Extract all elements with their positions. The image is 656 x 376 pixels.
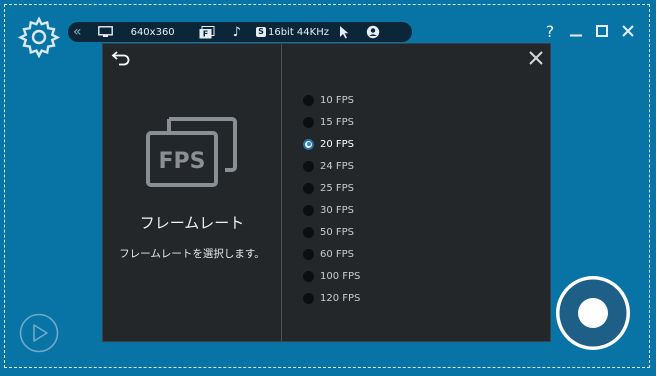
fps-option-25[interactable]: 25 FPS bbox=[303, 177, 360, 199]
fps-option-label: 20 FPS bbox=[320, 138, 355, 150]
radio-button[interactable] bbox=[303, 226, 314, 238]
audio-format-label: 16bit 44KHz bbox=[267, 26, 329, 38]
settings-gear-icon[interactable] bbox=[18, 16, 60, 58]
music-note-icon[interactable]: ♪ bbox=[233, 22, 241, 42]
panel-divider bbox=[281, 44, 282, 341]
fps-option-10[interactable]: 10 FPS bbox=[303, 89, 360, 111]
fps-option-label: 10 FPS bbox=[320, 94, 355, 106]
fps-badge-label: F bbox=[202, 29, 207, 38]
fps-option-label: 24 FPS bbox=[320, 160, 355, 172]
fps-icon[interactable]: F bbox=[199, 22, 215, 42]
close-dialog-icon[interactable] bbox=[528, 50, 544, 66]
double-chevron-left-icon[interactable]: « bbox=[73, 22, 82, 42]
close-window-icon[interactable] bbox=[618, 20, 638, 42]
radio-button-selected[interactable] bbox=[303, 138, 314, 150]
radio-button[interactable] bbox=[303, 270, 314, 282]
audio-badge: S bbox=[255, 27, 266, 37]
fps-graphic-text: FPS bbox=[159, 149, 206, 174]
fps-option-30[interactable]: 30 FPS bbox=[303, 199, 360, 221]
dialog-title: フレームレート bbox=[139, 214, 245, 232]
cursor-icon[interactable] bbox=[339, 22, 349, 42]
fps-option-50[interactable]: 50 FPS bbox=[303, 221, 360, 243]
fps-option-label: 60 FPS bbox=[320, 248, 355, 260]
back-arrow-icon[interactable] bbox=[111, 50, 131, 66]
fps-option-60[interactable]: 60 FPS bbox=[303, 243, 360, 265]
fps-graphic-icon: FPS bbox=[146, 117, 237, 187]
audio-format-setting[interactable]: S 16bit 44KHz bbox=[255, 22, 329, 42]
play-button-icon[interactable] bbox=[19, 313, 59, 353]
fps-option-15[interactable]: 15 FPS bbox=[303, 111, 360, 133]
fps-option-label: 50 FPS bbox=[320, 226, 355, 238]
radio-button[interactable] bbox=[303, 182, 314, 194]
frame-rate-dialog: FPS フレームレート フレームレートを選択します。 10 FPS 15 FPS… bbox=[102, 43, 551, 342]
radio-button[interactable] bbox=[303, 248, 314, 260]
fps-option-24[interactable]: 24 FPS bbox=[303, 155, 360, 177]
window-controls: ? bbox=[540, 20, 644, 42]
help-button[interactable]: ? bbox=[540, 20, 560, 42]
help-label: ? bbox=[545, 21, 555, 41]
monitor-icon[interactable] bbox=[97, 22, 113, 42]
fps-option-100[interactable]: 100 FPS bbox=[303, 265, 360, 287]
radio-button[interactable] bbox=[303, 292, 314, 304]
fps-option-120[interactable]: 120 FPS bbox=[303, 287, 360, 309]
radio-button[interactable] bbox=[303, 116, 314, 128]
radio-button[interactable] bbox=[303, 160, 314, 172]
fps-option-list: 10 FPS 15 FPS 20 FPS 24 FPS 25 FPS 30 FP… bbox=[303, 89, 360, 309]
fps-option-label: 120 FPS bbox=[320, 292, 361, 304]
resolution-label[interactable]: 640x360 bbox=[131, 22, 175, 42]
minimize-icon[interactable] bbox=[566, 20, 586, 42]
record-button-icon[interactable] bbox=[554, 274, 632, 352]
dialog-description: フレームレートを選択します。 bbox=[119, 248, 265, 260]
fps-option-label: 25 FPS bbox=[320, 182, 355, 194]
top-toolbar: « 640x360 F ♪ S 16bit 44KHz bbox=[68, 22, 412, 42]
webcam-icon[interactable] bbox=[366, 22, 380, 42]
fps-option-20[interactable]: 20 FPS bbox=[303, 133, 360, 155]
fps-option-label: 100 FPS bbox=[320, 270, 361, 282]
radio-button[interactable] bbox=[303, 94, 314, 106]
radio-button[interactable] bbox=[303, 204, 314, 216]
fps-option-label: 15 FPS bbox=[320, 116, 355, 128]
maximize-icon[interactable] bbox=[592, 20, 612, 42]
fps-option-label: 30 FPS bbox=[320, 204, 355, 216]
